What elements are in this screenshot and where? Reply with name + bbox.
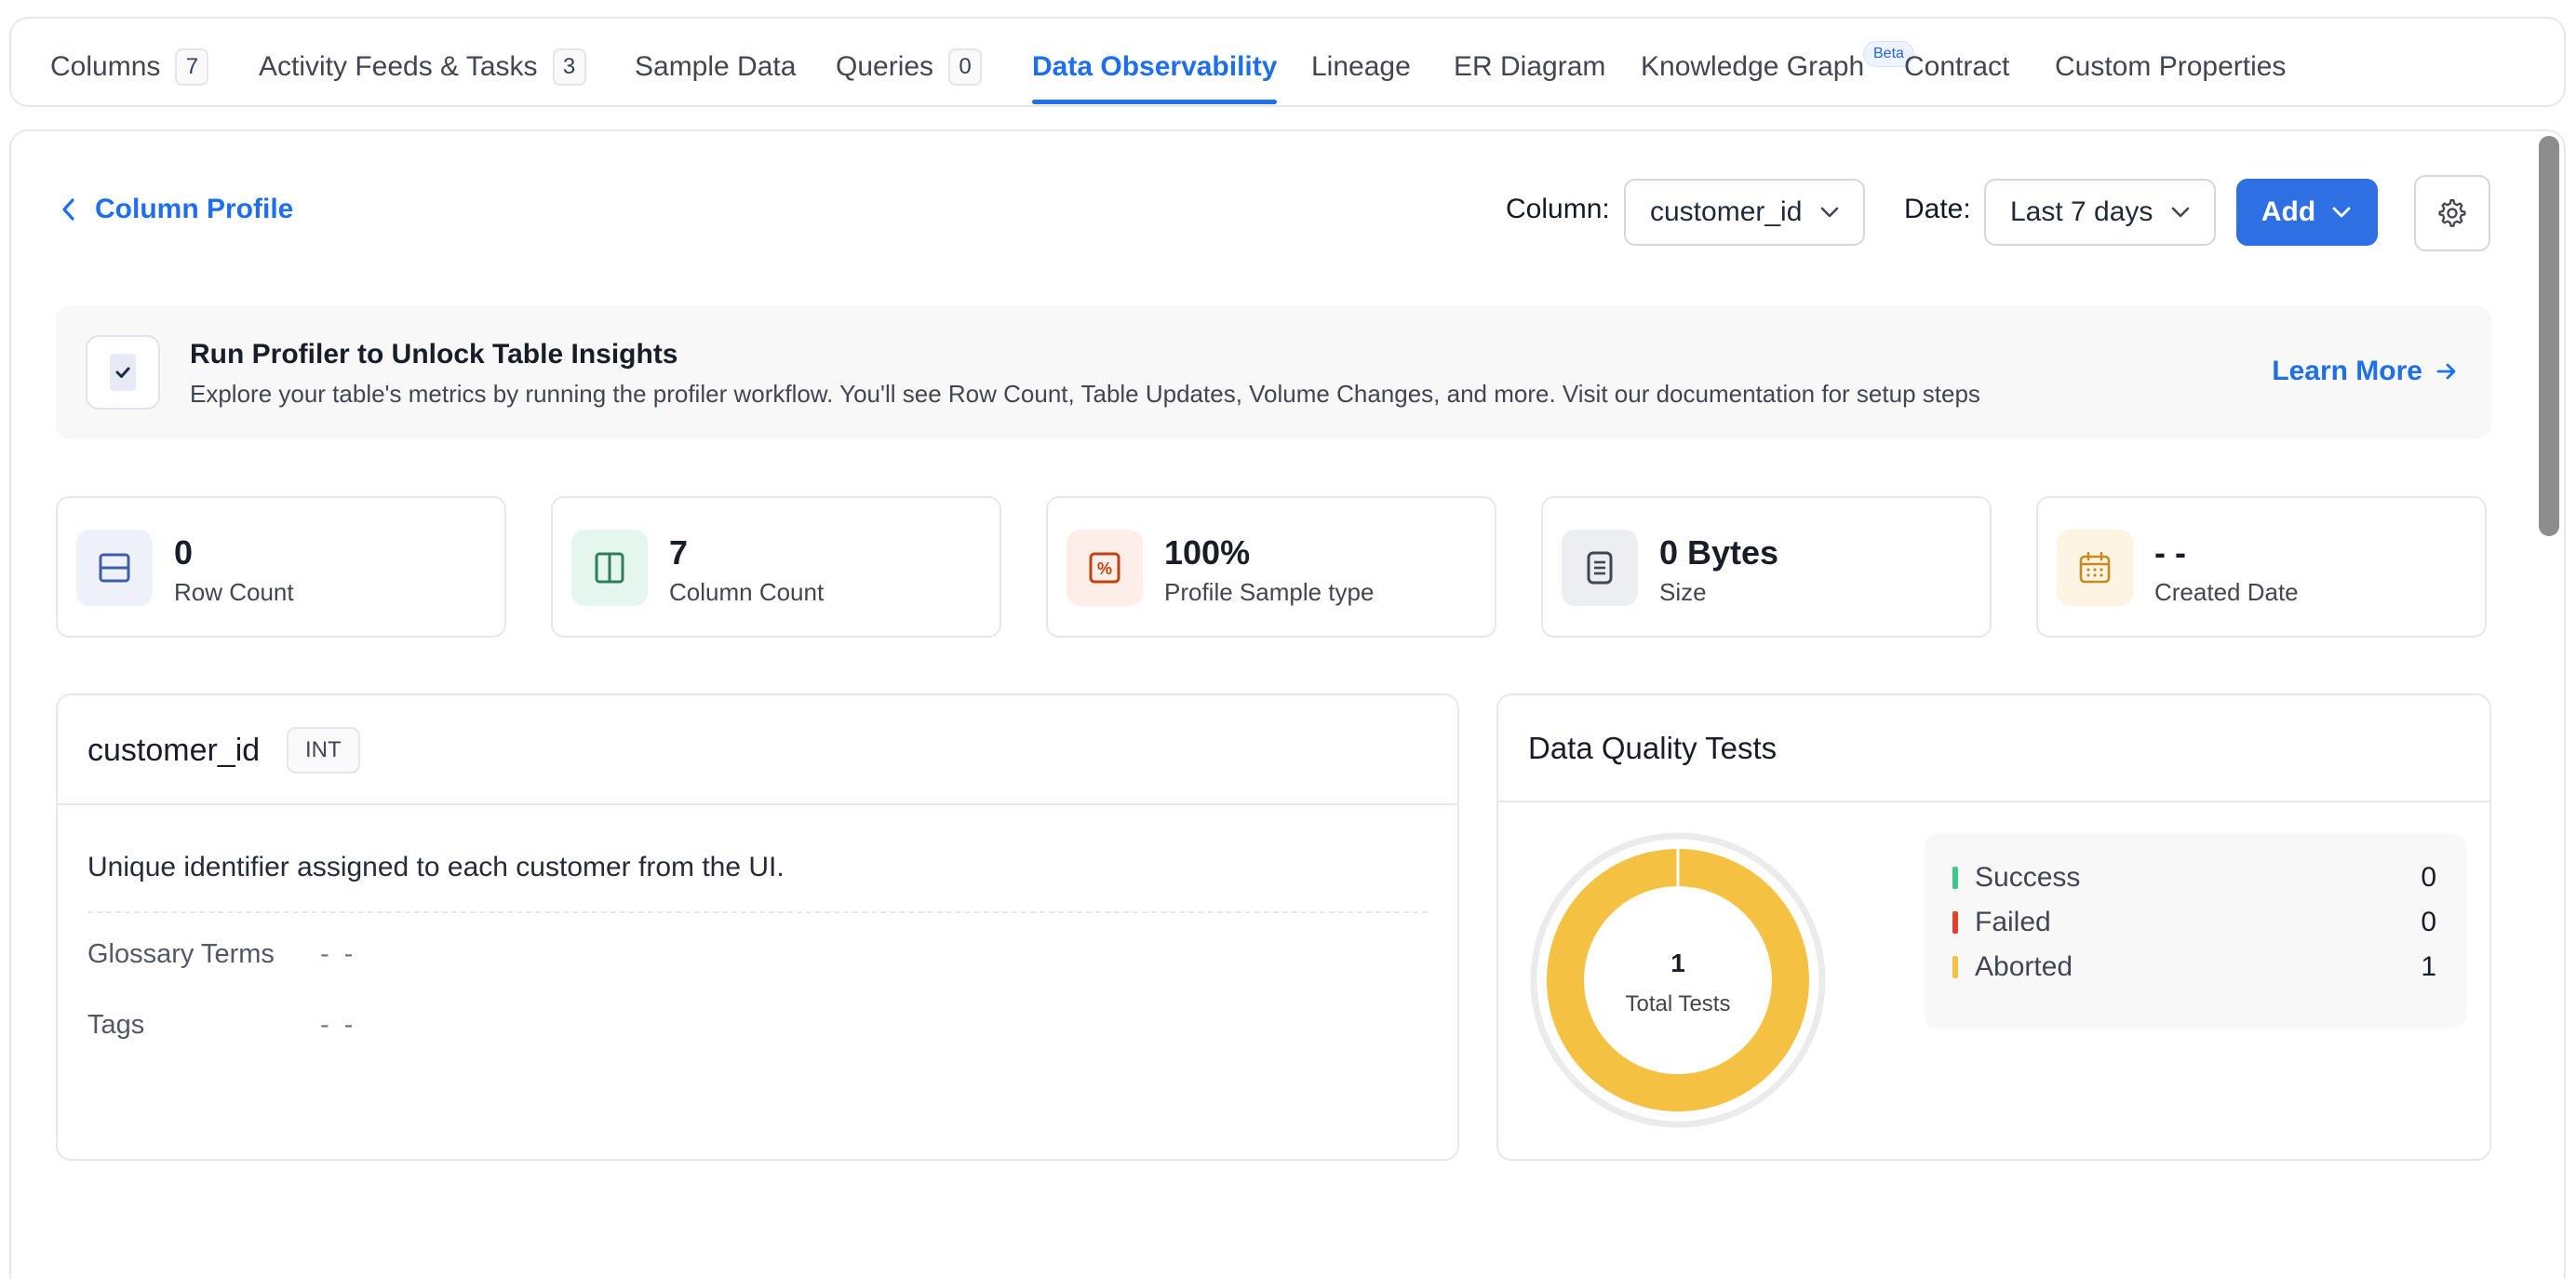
stat-label: Column Count xyxy=(669,578,825,606)
stat-card-row-count: 0 Row Count xyxy=(56,496,506,638)
back-label: Column Profile xyxy=(95,194,294,224)
legend-item-failed: Failed 0 xyxy=(1952,904,2436,941)
vertical-scrollbar[interactable] xyxy=(2539,136,2559,536)
date-filter-label: Date: xyxy=(1904,194,1971,224)
divider xyxy=(87,911,1428,913)
banner-title: Run Profiler to Unlock Table Insights xyxy=(190,339,678,370)
date-select-value: Last 7 days xyxy=(2010,196,2153,227)
tab-label: Columns xyxy=(50,51,161,82)
legend-color-bar xyxy=(1952,956,1958,978)
learn-more-link[interactable]: Learn More xyxy=(2272,356,2460,387)
date-select[interactable]: Last 7 days xyxy=(1984,179,2217,246)
donut-segment-aborted xyxy=(1547,849,1809,1111)
stat-label: Row Count xyxy=(174,578,294,606)
gear-icon xyxy=(2438,198,2466,227)
stat-card-size: 0 Bytes Size xyxy=(1541,496,1992,638)
total-tests-value: 1 xyxy=(1670,949,1685,977)
chevron-down-icon xyxy=(1821,207,1839,218)
column-select-value: customer_id xyxy=(1650,196,1803,227)
tab-er-diagram[interactable]: ER Diagram xyxy=(1454,45,1605,89)
stat-label: Created Date xyxy=(2154,578,2299,606)
glossary-terms-label: Glossary Terms xyxy=(87,939,275,969)
count-badge: 3 xyxy=(552,48,586,86)
svg-text:%: % xyxy=(1097,559,1112,578)
tab-label: Activity Feeds & Tasks xyxy=(259,51,538,82)
tab-queries[interactable]: Queries 0 xyxy=(836,45,983,89)
stat-value: 0 Bytes xyxy=(1659,533,1779,572)
legend-color-bar xyxy=(1952,911,1958,934)
tab-contract[interactable]: Contract xyxy=(1904,45,2009,89)
total-tests-label: Total Tests xyxy=(1626,991,1731,1016)
data-type-badge: INT xyxy=(287,727,360,774)
legend-item-success: Success 0 xyxy=(1952,859,2436,896)
count-badge: 0 xyxy=(948,48,983,86)
tab-lineage[interactable]: Lineage xyxy=(1311,45,1411,89)
tab-label: Custom Properties xyxy=(2055,51,2287,82)
legend-item-aborted: Aborted 1 xyxy=(1952,949,2436,986)
checklist-icon xyxy=(86,335,160,410)
learn-more-label: Learn More xyxy=(2272,356,2422,386)
column-icon xyxy=(571,530,648,606)
dq-title: Data Quality Tests xyxy=(1528,731,1778,765)
tab-data-observability[interactable]: Data Observability xyxy=(1032,45,1278,104)
legend-value: 0 xyxy=(2421,907,2436,937)
legend-value: 0 xyxy=(2421,862,2436,893)
column-profile-back-link[interactable]: Column Profile xyxy=(60,194,293,225)
stat-value: 0 xyxy=(174,533,194,572)
data-quality-card: Data Quality Tests 1 Total Tests Success… xyxy=(1496,693,2491,1161)
tab-label: Sample Data xyxy=(635,51,797,82)
chevron-down-icon xyxy=(2172,207,2190,218)
column-description: Unique identifier assigned to each custo… xyxy=(87,852,785,882)
tags-value: - - xyxy=(320,1010,357,1040)
legend-value: 1 xyxy=(2421,951,2436,982)
tab-label: ER Diagram xyxy=(1454,51,1606,82)
stat-label: Size xyxy=(1659,578,1707,606)
calendar-icon xyxy=(2057,530,2133,606)
document-icon xyxy=(1562,530,1638,606)
column-filter-label: Column: xyxy=(1506,194,1610,224)
tab-sample-data[interactable]: Sample Data xyxy=(635,45,796,89)
tags-label: Tags xyxy=(87,1010,145,1040)
chevron-left-icon xyxy=(62,198,74,221)
stat-value: - - xyxy=(2154,533,2186,572)
dq-card-header: Data Quality Tests xyxy=(1498,695,2489,802)
arrow-right-icon xyxy=(2436,363,2456,380)
glossary-terms-value: - - xyxy=(320,939,357,969)
stat-card-profile-sample: % 100% Profile Sample type xyxy=(1046,496,1496,638)
legend-label: Aborted xyxy=(1975,951,2073,982)
stat-label: Profile Sample type xyxy=(1164,578,1375,606)
stat-value: 7 xyxy=(669,533,689,572)
profiler-banner: Run Profiler to Unlock Table Insights Ex… xyxy=(56,305,2491,439)
tab-columns[interactable]: Columns 7 xyxy=(50,45,209,89)
chevron-down-icon xyxy=(2332,207,2351,218)
row-icon xyxy=(76,530,153,606)
banner-description: Explore your table's metrics by running … xyxy=(190,380,1980,408)
add-button-label: Add xyxy=(2261,196,2316,227)
column-name: customer_id xyxy=(87,733,261,768)
tab-label: Queries xyxy=(836,51,934,82)
tab-label: Knowledge Graph xyxy=(1641,51,1865,82)
legend-label: Failed xyxy=(1975,907,2051,937)
column-detail-card: customer_id INT Unique identifier assign… xyxy=(56,693,1459,1161)
count-badge: 7 xyxy=(175,48,209,86)
dq-legend: Success 0 Failed 0 Aborted 1 xyxy=(1925,833,2466,1029)
settings-button[interactable] xyxy=(2414,175,2490,251)
tab-label: Data Observability xyxy=(1032,51,1278,82)
legend-color-bar xyxy=(1952,867,1958,889)
stat-card-created-date: - - Created Date xyxy=(2036,496,2487,638)
tab-custom-properties[interactable]: Custom Properties xyxy=(2055,45,2286,89)
stat-card-column-count: 7 Column Count xyxy=(551,496,1001,638)
tab-label: Contract xyxy=(1904,51,2010,82)
tab-knowledge-graph[interactable]: Knowledge Graph xyxy=(1641,45,1864,89)
stat-value: 100% xyxy=(1164,533,1251,572)
percent-icon: % xyxy=(1067,530,1143,606)
column-select[interactable]: customer_id xyxy=(1624,179,1866,246)
tab-label: Lineage xyxy=(1311,51,1411,82)
legend-label: Success xyxy=(1975,862,2081,893)
tab-activity-feeds[interactable]: Activity Feeds & Tasks 3 xyxy=(259,45,586,89)
tests-donut-chart: 1 Total Tests xyxy=(1530,832,1826,1128)
column-card-header: customer_id INT xyxy=(58,695,1457,805)
add-button[interactable]: Add xyxy=(2236,179,2378,246)
tab-bar: Columns 7 Activity Feeds & Tasks 3 Sampl… xyxy=(9,17,2566,107)
